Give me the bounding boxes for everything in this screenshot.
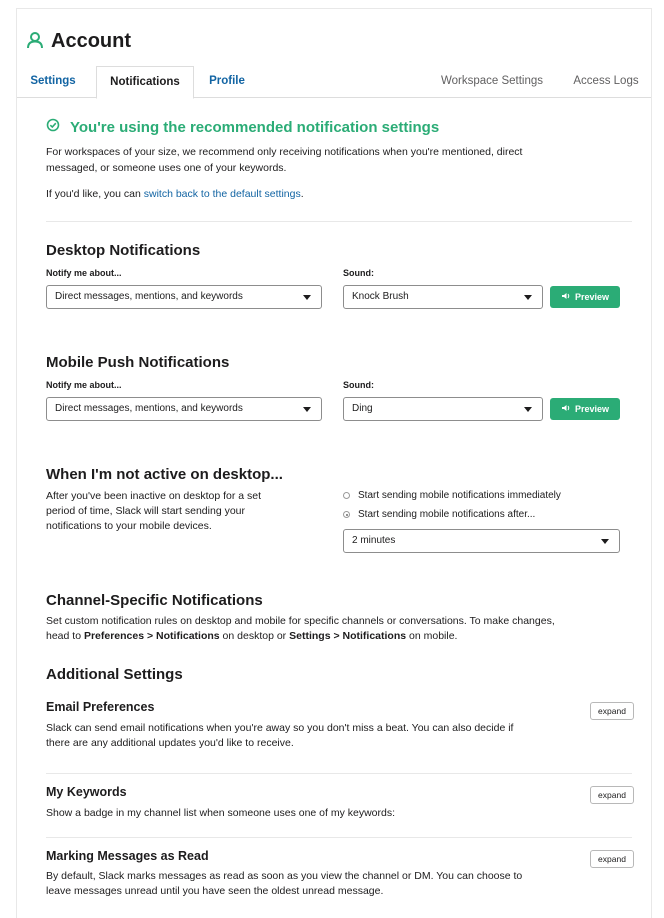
- keywords-expand-button[interactable]: expand: [590, 786, 634, 804]
- recommended-title: You're using the recommended notificatio…: [70, 118, 440, 136]
- speaker-icon: [561, 404, 575, 414]
- radio-send-immediately[interactable]: Start sending mobile notifications immed…: [343, 490, 561, 501]
- desktop-preview-button[interactable]: Preview: [550, 286, 620, 308]
- check-circle-icon: [46, 118, 70, 136]
- desktop-notifications-heading: Desktop Notifications: [46, 242, 201, 259]
- desktop-notify-label: Notify me about...: [46, 268, 122, 278]
- recommended-desc-line: For workspaces of your size, we recommen…: [46, 146, 523, 158]
- switch-default-link[interactable]: switch back to the default settings: [144, 188, 301, 200]
- channel-specific-line: Set custom notification rules on desktop…: [46, 615, 555, 627]
- tab-workspace-settings[interactable]: Workspace Settings: [433, 66, 551, 98]
- marking-desc-line: leave messages unread until you have see…: [46, 885, 384, 897]
- channel-specific-description: Set custom notification rules on desktop…: [46, 614, 636, 644]
- desktop-notify-value: Direct messages, mentions, and keywords: [55, 291, 243, 302]
- tab-notifications[interactable]: Notifications: [96, 66, 194, 99]
- radio-dot: [343, 492, 350, 499]
- mobile-notify-label: Notify me about...: [46, 380, 122, 390]
- mobile-preview-label: Preview: [574, 404, 610, 414]
- mobile-sound-label: Sound:: [343, 380, 374, 390]
- chevron-down-icon: [524, 295, 532, 300]
- my-keywords-description: Show a badge in my channel list when som…: [46, 807, 396, 819]
- email-preferences-description: Slack can send email notifications when …: [46, 721, 586, 751]
- marking-expand-button[interactable]: expand: [590, 850, 634, 868]
- recommended-description: For workspaces of your size, we recommen…: [46, 144, 626, 176]
- mobile-sound-select[interactable]: Ding: [343, 397, 543, 421]
- inactive-delay-value: 2 minutes: [352, 535, 396, 546]
- tab-settings[interactable]: Settings: [25, 66, 81, 98]
- mobile-sound-value: Ding: [352, 403, 373, 414]
- marking-read-heading: Marking Messages as Read: [46, 849, 209, 863]
- mobile-notifications-heading: Mobile Push Notifications: [46, 354, 230, 371]
- email-desc-line: there are any additional updates you'd l…: [46, 737, 294, 749]
- email-desc-line: Slack can send email notifications when …: [46, 722, 514, 734]
- inactive-desc-line: After you've been inactive on desktop fo…: [46, 490, 262, 502]
- tab-bar: Settings Notifications Profile Workspace…: [17, 66, 651, 99]
- switch-suffix: .: [300, 188, 304, 200]
- marking-read-description: By default, Slack marks messages as read…: [46, 869, 586, 899]
- marking-desc-line: By default, Slack marks messages as read…: [46, 870, 523, 882]
- recommended-settings-notice: You're using the recommended notificatio…: [46, 118, 626, 202]
- chevron-down-icon: [303, 407, 311, 412]
- additional-settings-heading: Additional Settings: [46, 666, 183, 683]
- divider: [46, 837, 632, 838]
- channel-specific-heading: Channel-Specific Notifications: [46, 592, 263, 609]
- page-title: Account: [51, 30, 131, 52]
- desktop-sound-label: Sound:: [343, 268, 374, 278]
- divider: [46, 773, 632, 774]
- inactive-heading: When I'm not active on desktop...: [46, 466, 283, 483]
- email-preferences-heading: Email Preferences: [46, 700, 155, 714]
- user-icon: [26, 31, 51, 52]
- recommended-desc-line: messaged, or someone uses one of your ke…: [46, 162, 287, 174]
- desktop-preview-label: Preview: [574, 292, 610, 302]
- mobile-notify-select[interactable]: Direct messages, mentions, and keywords: [46, 397, 322, 421]
- switch-default-text: If you'd like, you can switch back to th…: [46, 186, 626, 202]
- speaker-icon: [561, 292, 575, 302]
- tab-access-logs[interactable]: Access Logs: [569, 66, 643, 98]
- inactive-desc-line: period of time, Slack will start sending…: [46, 505, 246, 517]
- desktop-sound-value: Knock Brush: [352, 291, 409, 302]
- channel-specific-text: on desktop or: [219, 630, 290, 642]
- channel-specific-text: on mobile.: [406, 630, 458, 642]
- radio-label: Start sending mobile notifications immed…: [358, 490, 561, 501]
- channel-specific-text: head to: [46, 630, 84, 642]
- chevron-down-icon: [601, 539, 609, 544]
- desktop-notify-select[interactable]: Direct messages, mentions, and keywords: [46, 285, 322, 309]
- mobile-preview-button[interactable]: Preview: [550, 398, 620, 420]
- preferences-path: Preferences > Notifications: [83, 630, 220, 642]
- email-expand-button[interactable]: expand: [590, 702, 634, 720]
- inactive-delay-select[interactable]: 2 minutes: [343, 529, 620, 553]
- page-header: Account: [26, 30, 131, 53]
- mobile-notify-value: Direct messages, mentions, and keywords: [55, 403, 243, 414]
- inactive-description: After you've been inactive on desktop fo…: [46, 489, 306, 534]
- radio-label: Start sending mobile notifications after…: [358, 509, 536, 520]
- desktop-sound-select[interactable]: Knock Brush: [343, 285, 543, 309]
- my-keywords-heading: My Keywords: [46, 785, 127, 799]
- radio-send-after[interactable]: Start sending mobile notifications after…: [343, 509, 535, 520]
- divider: [46, 221, 632, 222]
- inactive-desc-line: notifications to your mobile devices.: [46, 520, 212, 532]
- tab-profile[interactable]: Profile: [203, 66, 251, 98]
- settings-path: Settings > Notifications: [289, 630, 407, 642]
- chevron-down-icon: [524, 407, 532, 412]
- radio-dot-selected: [343, 511, 350, 518]
- switch-prefix: If you'd like, you can: [46, 188, 144, 200]
- chevron-down-icon: [303, 295, 311, 300]
